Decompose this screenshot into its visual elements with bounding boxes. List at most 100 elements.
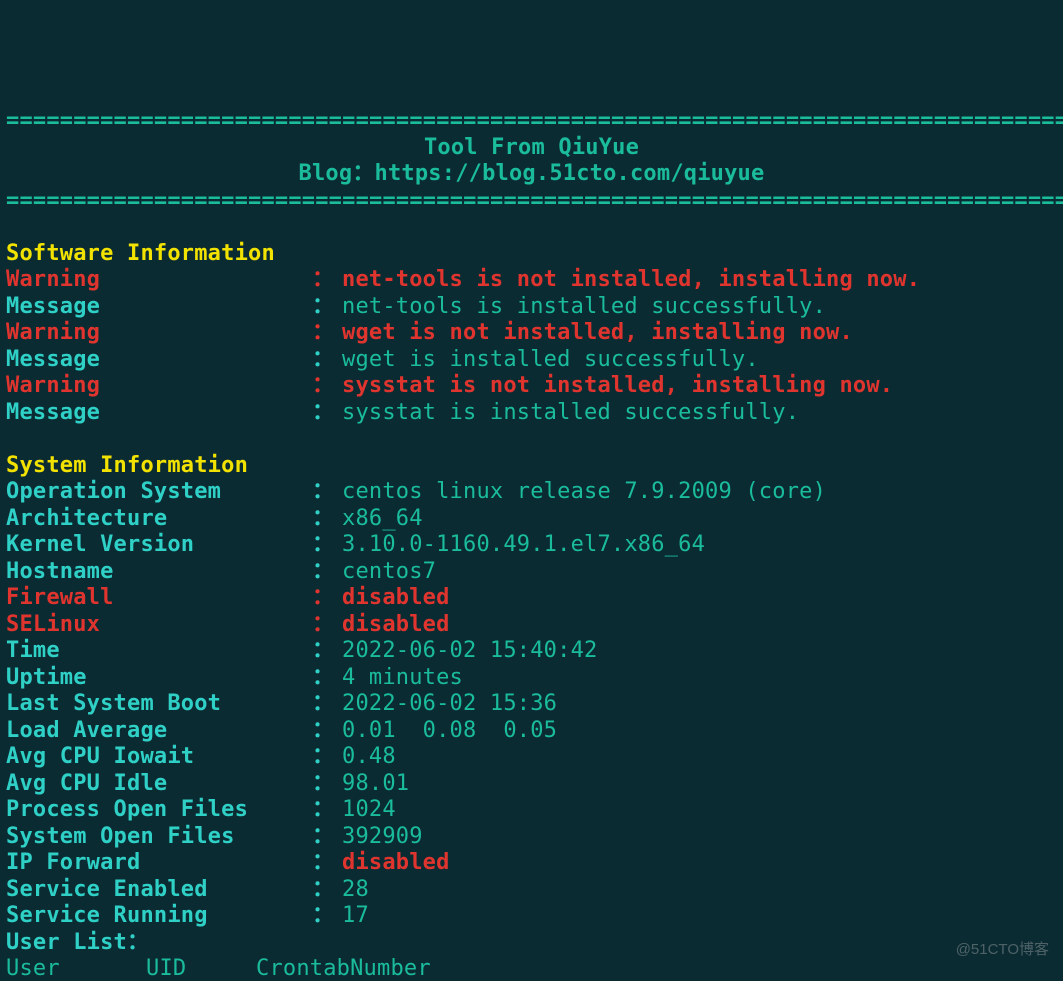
system-row: System Open Files：392909 — [6, 824, 1057, 851]
system-row: Service Running：17 — [6, 903, 1057, 930]
system-row-value: disabled — [342, 612, 450, 639]
colon: ： — [312, 797, 342, 824]
colon: ： — [312, 612, 342, 639]
software-row-label: Message — [6, 400, 312, 427]
system-row-value: disabled — [342, 585, 450, 612]
system-row: Hostname：centos7 — [6, 559, 1057, 586]
system-row-label: Firewall — [6, 585, 312, 612]
system-row: Service Enabled：28 — [6, 877, 1057, 904]
software-row-label: Message — [6, 347, 312, 374]
colon: ： — [312, 718, 342, 745]
colon: ： — [312, 824, 342, 851]
system-row-label: Time — [6, 638, 312, 665]
colon: ： — [312, 638, 342, 665]
colon: ： — [312, 585, 342, 612]
colon: ： — [312, 691, 342, 718]
system-row-label: SELinux — [6, 612, 312, 639]
system-row-label: Architecture — [6, 506, 312, 533]
software-row: Warning：sysstat is not installed, instal… — [6, 373, 1057, 400]
colon: ： — [312, 506, 342, 533]
colon: ： — [312, 347, 342, 374]
colon: ： — [312, 479, 342, 506]
system-row: Kernel Version：3.10.0-1160.49.1.el7.x86_… — [6, 532, 1057, 559]
system-row-label: Kernel Version — [6, 532, 312, 559]
system-row-label: Hostname — [6, 559, 312, 586]
system-row-value: 2022-06-02 15:40:42 — [342, 638, 597, 665]
system-row: Last System Boot：2022-06-02 15:36 — [6, 691, 1057, 718]
software-row: Message：wget is installed successfully. — [6, 347, 1057, 374]
colon: ： — [312, 665, 342, 692]
software-row-value: sysstat is installed successfully. — [342, 400, 799, 427]
system-row: Load Average：0.01 0.08 0.05 — [6, 718, 1057, 745]
system-row-value: 28 — [342, 877, 369, 904]
system-row-value: centos7 — [342, 559, 436, 586]
system-row: Architecture：x86_64 — [6, 506, 1057, 533]
system-row-label: System Open Files — [6, 824, 312, 851]
system-row-value: disabled — [342, 850, 450, 877]
system-row-value: centos linux release 7.9.2009 (core) — [342, 479, 826, 506]
system-row-label: Avg CPU Idle — [6, 771, 312, 798]
colon: ： — [312, 373, 342, 400]
system-row-value: 392909 — [342, 824, 423, 851]
system-info-header: System Information — [6, 453, 1057, 480]
system-row-value: 17 — [342, 903, 369, 930]
colon: ： — [312, 267, 342, 294]
user-col-uid: UID — [146, 956, 256, 981]
software-row: Message：sysstat is installed successfull… — [6, 400, 1057, 427]
colon: ： — [312, 400, 342, 427]
software-row-value: net-tools is not installed, installing n… — [342, 267, 920, 294]
system-row-value: 3.10.0-1160.49.1.el7.x86_64 — [342, 532, 705, 559]
system-row-label: Load Average — [6, 718, 312, 745]
tool-title: Tool From QiuYue — [6, 135, 1057, 162]
system-row: Operation System：centos linux release 7.… — [6, 479, 1057, 506]
system-row: Time：2022-06-02 15:40:42 — [6, 638, 1057, 665]
colon: ： — [312, 320, 342, 347]
software-row: Warning：wget is not installed, installin… — [6, 320, 1057, 347]
software-row-value: wget is not installed, installing now. — [342, 320, 853, 347]
software-row-value: wget is installed successfully. — [342, 347, 759, 374]
software-info-header: Software Information — [6, 241, 1057, 268]
system-row-value: 0.01 0.08 0.05 — [342, 718, 557, 745]
watermark: @51CTO博客 — [956, 937, 1049, 964]
software-row-value: sysstat is not installed, installing now… — [342, 373, 893, 400]
separator-line: ========================================… — [6, 188, 1057, 215]
system-row: Firewall：disabled — [6, 585, 1057, 612]
system-row: Process Open Files：1024 — [6, 797, 1057, 824]
system-row: Avg CPU Idle：98.01 — [6, 771, 1057, 798]
system-row-value: 98.01 — [342, 771, 409, 798]
system-row-label: Uptime — [6, 665, 312, 692]
system-row-value: x86_64 — [342, 506, 423, 533]
system-row-label: Service Running — [6, 903, 312, 930]
blank-line — [6, 214, 1057, 241]
system-row-label: Avg CPU Iowait — [6, 744, 312, 771]
colon: ： — [312, 850, 342, 877]
colon: ： — [312, 744, 342, 771]
software-row-label: Message — [6, 294, 312, 321]
system-row-label: Last System Boot — [6, 691, 312, 718]
blank-line — [6, 426, 1057, 453]
system-row-label: Operation System — [6, 479, 312, 506]
colon: ： — [312, 877, 342, 904]
system-row-value: 1024 — [342, 797, 396, 824]
system-row: Avg CPU Iowait：0.48 — [6, 744, 1057, 771]
colon: ： — [312, 532, 342, 559]
blog-label: Blog： — [299, 161, 375, 186]
software-row-label: Warning — [6, 320, 312, 347]
colon: ： — [312, 903, 342, 930]
software-row-label: Warning — [6, 373, 312, 400]
software-row-value: net-tools is installed successfully. — [342, 294, 826, 321]
system-row-value: 2022-06-02 15:36 — [342, 691, 557, 718]
separator-line: ========================================… — [6, 108, 1057, 135]
user-col-crontab: CrontabNumber — [256, 956, 431, 981]
blog-url: https://blog.51cto.com/qiuyue — [375, 161, 765, 186]
software-row-label: Warning — [6, 267, 312, 294]
software-row: Warning：net-tools is not installed, inst… — [6, 267, 1057, 294]
colon: ： — [312, 559, 342, 586]
user-table-header: UserUIDCrontabNumber — [6, 956, 1057, 981]
blog-line: Blog：https://blog.51cto.com/qiuyue — [6, 161, 1057, 188]
system-row: SELinux：disabled — [6, 612, 1057, 639]
system-row-label: IP Forward — [6, 850, 312, 877]
system-row-value: 4 minutes — [342, 665, 463, 692]
system-row-label: Service Enabled — [6, 877, 312, 904]
software-row: Message：net-tools is installed successfu… — [6, 294, 1057, 321]
